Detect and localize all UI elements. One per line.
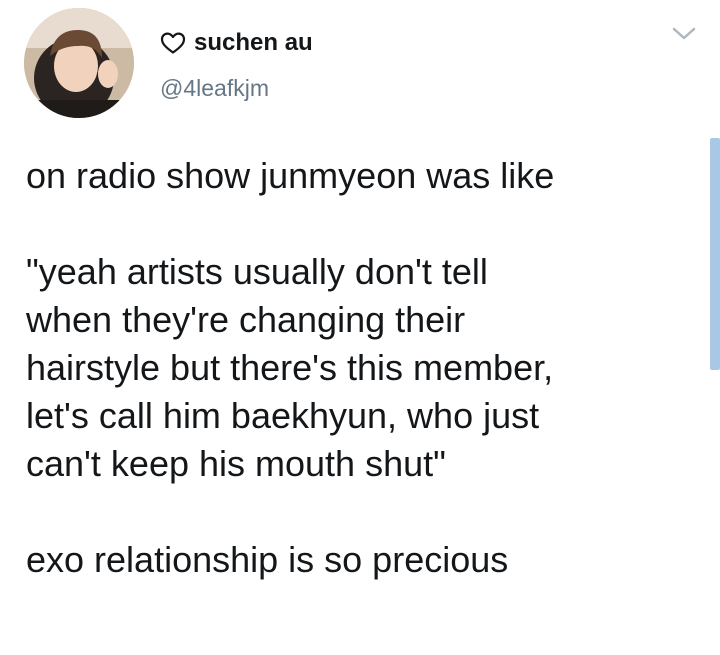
tweet-menu-button[interactable] bbox=[670, 24, 698, 44]
tweet-text: on radio show junmyeon was like "yeah ar… bbox=[26, 152, 696, 584]
display-name-row: suchen au bbox=[160, 28, 313, 58]
scroll-indicator[interactable] bbox=[710, 138, 720, 370]
heart-outline-icon bbox=[160, 32, 186, 54]
display-name[interactable]: suchen au bbox=[194, 28, 313, 58]
user-handle[interactable]: @4leafkjm bbox=[160, 73, 269, 103]
avatar-image bbox=[24, 8, 134, 118]
tweet-paragraph: on radio show junmyeon was like bbox=[26, 155, 555, 196]
avatar[interactable] bbox=[24, 8, 134, 118]
chevron-down-icon bbox=[672, 27, 696, 40]
tweet-paragraph: exo relationship is so precious bbox=[26, 539, 509, 580]
tweet-paragraph: "yeah artists usually don't tell when th… bbox=[26, 251, 554, 484]
